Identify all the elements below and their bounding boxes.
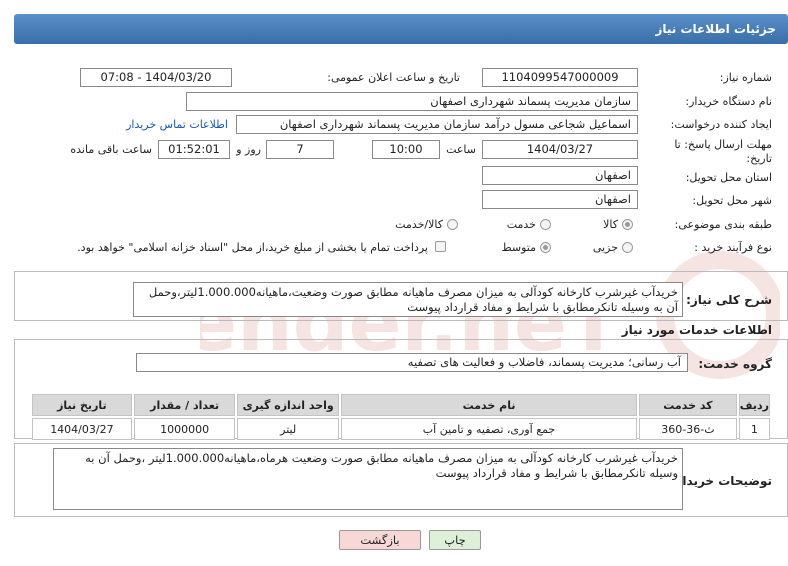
process-medium-label: متوسط xyxy=(501,241,536,254)
service-group-field[interactable]: آب رسانی؛ مدیریت پسماند، فاضلاب و فعالیت… xyxy=(136,353,688,372)
deadline-time-field[interactable]: 10:00 xyxy=(372,140,440,159)
deadline-label-line1: مهلت ارسال پاسخ: تا xyxy=(674,138,772,151)
services-section-title: اطلاعات خدمات مورد نیاز xyxy=(621,323,772,337)
creator-label: ایجاد کننده درخواست: xyxy=(670,118,772,131)
remaining-days-field[interactable]: 7 xyxy=(266,140,334,159)
remaining-time-label: ساعت باقی مانده xyxy=(70,143,152,156)
buyer-notes-textarea[interactable]: خریدآب غیرشرب کارخانه کودآلی به میزان مص… xyxy=(53,448,683,510)
services-table-header: ردیف کد خدمت نام خدمت واحد اندازه گیری ت… xyxy=(32,394,770,416)
col-row-number: ردیف xyxy=(738,394,770,416)
services-table: ردیف کد خدمت نام خدمت واحد اندازه گیری ت… xyxy=(30,392,772,442)
category-goods-radio[interactable] xyxy=(622,219,633,230)
process-type-label: نوع فرآیند خرید : xyxy=(694,241,772,254)
back-button[interactable]: بازگشت xyxy=(339,530,421,550)
city-label: شهر محل تحویل: xyxy=(692,194,772,207)
treasury-bonds-note: پرداخت تمام یا بخشی از مبلغ خرید،از محل … xyxy=(77,241,428,254)
summary-label: شرح کلی نیاز: xyxy=(686,293,772,307)
process-minor-label: جزیی xyxy=(592,241,618,254)
category-label: طبقه بندی موضوعی: xyxy=(674,218,772,231)
need-number-label: شماره نیاز: xyxy=(719,71,772,84)
page-header: جزئیات اطلاعات نیاز xyxy=(14,14,788,44)
category-service-label: خدمت xyxy=(506,218,536,231)
category-service-radio[interactable] xyxy=(540,219,551,230)
buyer-org-field[interactable]: سازمان مدیریت پسماند شهرداری اصفهان xyxy=(186,92,638,111)
cell-unit: لیتر xyxy=(237,418,339,440)
deadline-time-label: ساعت xyxy=(446,143,476,156)
category-goods-service-radio[interactable] xyxy=(447,219,458,230)
announce-datetime-field[interactable]: 1404/03/20 - 07:08 xyxy=(80,68,232,87)
need-number-field[interactable]: 1104099547000009 xyxy=(482,68,638,87)
cell-quantity: 1000000 xyxy=(133,418,236,440)
creator-field[interactable]: اسماعیل شجاعی مسول درآمد سازمان مدیریت پ… xyxy=(236,115,638,134)
city-field[interactable]: اصفهان xyxy=(482,190,638,209)
process-medium-radio[interactable] xyxy=(540,242,551,253)
col-need-date: تاریخ نیاز xyxy=(32,394,132,416)
table-row: 1 ث-36-360 جمع آوری، تصفیه و تامین آب لی… xyxy=(32,418,770,440)
summary-textarea[interactable]: خریدآب غیرشرب کارخانه کودآلی به میزان مص… xyxy=(133,282,683,317)
buyer-org-label: نام دستگاه خریدار: xyxy=(685,95,772,108)
process-minor-radio[interactable] xyxy=(622,242,633,253)
buyer-contact-link[interactable]: اطلاعات تماس خریدار xyxy=(126,118,228,131)
print-button[interactable]: چاپ xyxy=(429,530,481,550)
col-unit: واحد اندازه گیری xyxy=(237,394,339,416)
announce-label: تاریخ و ساعت اعلان عمومی: xyxy=(327,71,460,84)
province-label: استان محل تحویل: xyxy=(685,171,772,184)
col-quantity: تعداد / مقدار xyxy=(133,394,236,416)
buyer-notes-label: توضیحات خریدار: xyxy=(670,474,772,488)
province-field[interactable]: اصفهان xyxy=(482,166,638,185)
category-goods-service-label: کالا/خدمت xyxy=(395,218,443,231)
cell-service-code: ث-36-360 xyxy=(639,418,737,440)
cell-service-name: جمع آوری، تصفیه و تامین آب xyxy=(340,418,638,440)
category-goods-label: کالا xyxy=(603,218,618,231)
days-label: روز و xyxy=(236,143,261,156)
deadline-label-line2: تاریخ: xyxy=(746,152,772,165)
remaining-time-field[interactable]: 01:52:01 xyxy=(158,140,230,159)
page-title: جزئیات اطلاعات نیاز xyxy=(655,22,776,36)
deadline-date-field[interactable]: 1404/03/27 xyxy=(482,140,638,159)
cell-row-number: 1 xyxy=(738,418,770,440)
col-service-name: نام خدمت xyxy=(340,394,638,416)
cell-need-date: 1404/03/27 xyxy=(32,418,132,440)
service-group-label: گروه خدمت: xyxy=(698,357,772,371)
col-service-code: کد خدمت xyxy=(639,394,737,416)
treasury-bonds-checkbox[interactable] xyxy=(435,241,446,252)
